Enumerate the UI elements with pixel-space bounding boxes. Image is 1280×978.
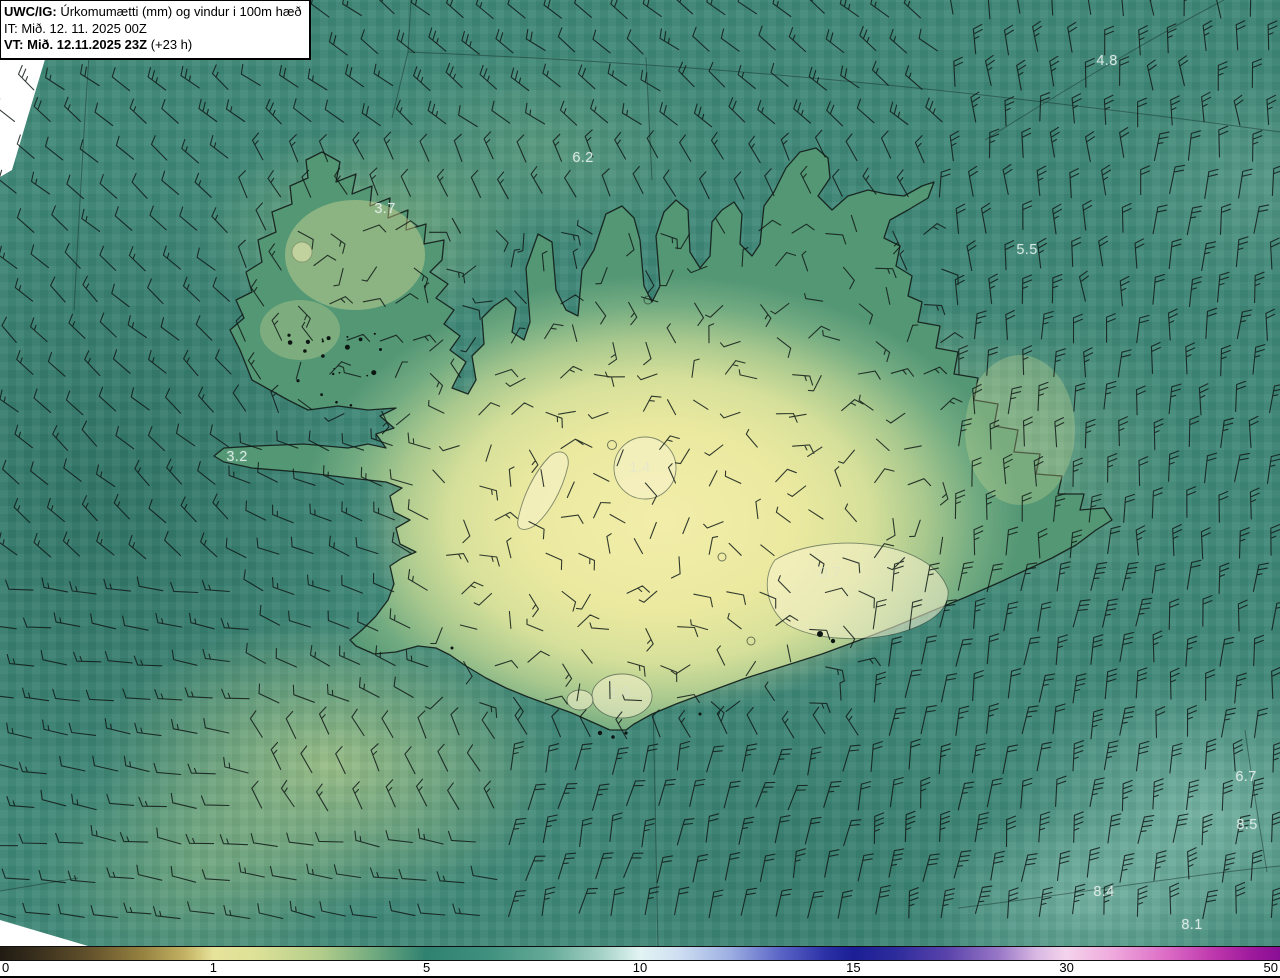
island-speck bbox=[698, 712, 702, 716]
island-speck bbox=[305, 339, 310, 344]
island-speck bbox=[371, 370, 377, 376]
island-speck bbox=[296, 379, 300, 383]
colorbar-tick-label: 0 bbox=[2, 960, 10, 975]
colorbar-tick-label: 5 bbox=[422, 960, 431, 975]
island-speck bbox=[817, 631, 823, 637]
island-speck bbox=[349, 404, 353, 407]
island-speck bbox=[358, 337, 363, 342]
island-speck bbox=[321, 338, 324, 341]
island-speck bbox=[830, 638, 836, 644]
island-speck bbox=[326, 336, 331, 341]
colorbar: 0 1 5 10 15 30 50 bbox=[0, 946, 1280, 978]
island-speck bbox=[321, 354, 325, 358]
map-overlay bbox=[0, 0, 1280, 946]
colorbar-tick-label: 30 bbox=[1059, 960, 1074, 975]
title-box: UWC/IG: Úrkomumætti (mm) og vindur i 100… bbox=[0, 0, 311, 60]
island-speck bbox=[344, 344, 350, 350]
island-speck bbox=[338, 371, 341, 374]
island-speck bbox=[373, 332, 376, 335]
island-speck bbox=[287, 340, 293, 345]
island-speck bbox=[320, 393, 323, 396]
island-speck bbox=[611, 735, 615, 739]
colorbar-tick-label: 15 bbox=[846, 960, 861, 975]
island-speck bbox=[332, 372, 335, 376]
title-line-3: VT: Mið. 12.11.2025 23Z (+23 h) bbox=[4, 37, 193, 52]
title-line-2: IT: Mið. 12. 11. 2025 00Z bbox=[4, 20, 147, 36]
island-speck bbox=[335, 400, 338, 404]
island-speck bbox=[624, 731, 628, 735]
island-speck bbox=[450, 646, 454, 650]
colorbar-gradient bbox=[0, 946, 1280, 961]
colorbar-tick-label: 10 bbox=[632, 960, 648, 975]
island-speck bbox=[303, 349, 307, 353]
island-speck bbox=[287, 333, 291, 337]
island-speck bbox=[379, 348, 382, 351]
colorbar-tick-label: 50 bbox=[1263, 960, 1278, 975]
island-speck bbox=[321, 340, 325, 343]
colorbar-tick-label: 1 bbox=[209, 960, 217, 975]
island-speck bbox=[366, 374, 369, 377]
island-speck bbox=[346, 335, 349, 338]
title-line-1: UWC/IG: Úrkomumætti (mm) og vindur i 100… bbox=[4, 4, 302, 19]
colorbar-labels: 0 1 5 10 15 30 50 bbox=[0, 960, 1280, 976]
weather-map-screenshot: 4.8 6.2 3.7 5.5 3.2 1.4 0.7 1.3 6.7 8.5 8.4 8.1 UWC… bbox=[0, 0, 1280, 978]
island-speck bbox=[597, 730, 603, 736]
